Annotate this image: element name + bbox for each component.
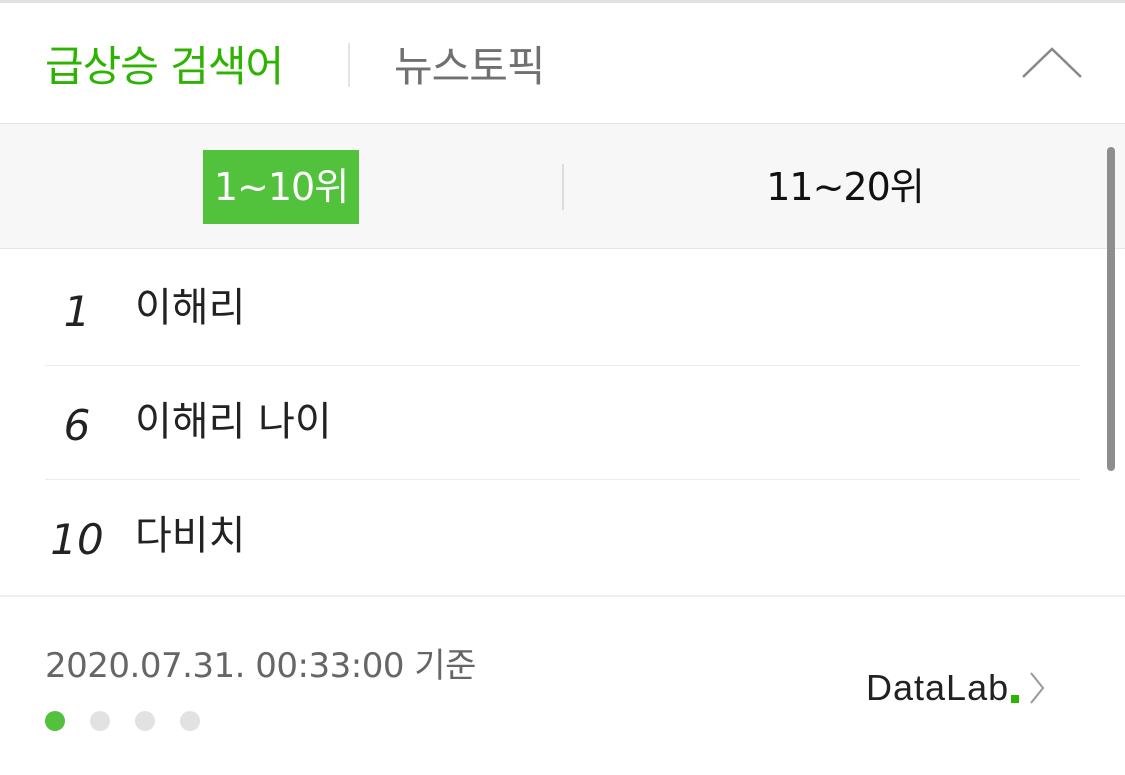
range-button-1-10[interactable]: 1~10위 xyxy=(203,150,359,224)
tab-trending-searches[interactable]: 급상승 검색어 xyxy=(45,39,284,95)
datalab-logo-dot xyxy=(1011,695,1020,703)
datalab-logo-text: DataLab xyxy=(866,667,1010,708)
range-button-11-20[interactable]: 11~20위 xyxy=(760,150,930,224)
list-item[interactable]: 6 이해리 나이 xyxy=(45,366,1080,480)
rank-range-switch: 1~10위 11~20위 xyxy=(0,123,1125,249)
header: 급상승 검색어 뉴스토픽 xyxy=(0,3,1125,123)
page-dot[interactable] xyxy=(180,711,200,731)
range-separator xyxy=(562,164,564,210)
list-item[interactable]: 1 이해리 xyxy=(45,252,1080,366)
tab-separator xyxy=(348,43,350,87)
list-item[interactable]: 10 다비치 xyxy=(45,480,1080,594)
page-dot[interactable] xyxy=(90,711,110,731)
page-dot-active[interactable] xyxy=(45,711,65,731)
page-dot[interactable] xyxy=(135,711,155,731)
keyword-text[interactable]: 이해리 나이 xyxy=(135,394,332,450)
update-timestamp: 2020.07.31. 00:33:00 기준 xyxy=(45,646,476,686)
collapse-button[interactable] xyxy=(1020,43,1084,83)
keyword-text[interactable]: 다비치 xyxy=(135,508,245,564)
chevron-up-icon xyxy=(1022,47,1082,78)
chevron-right-icon xyxy=(1030,672,1045,704)
tab-news-topics[interactable]: 뉴스토픽 xyxy=(394,39,546,95)
rank-number: 6 xyxy=(63,401,91,450)
rank-number: 1 xyxy=(63,287,91,336)
footer-divider xyxy=(0,595,1125,597)
scrollbar[interactable] xyxy=(1107,147,1115,471)
keyword-text[interactable]: 이해리 xyxy=(135,280,245,336)
keyword-list: 1 이해리 6 이해리 나이 10 다비치 xyxy=(45,252,1080,594)
rank-number: 10 xyxy=(50,515,104,564)
datalab-link[interactable]: DataLab xyxy=(866,664,1045,712)
page-indicator xyxy=(45,711,225,733)
